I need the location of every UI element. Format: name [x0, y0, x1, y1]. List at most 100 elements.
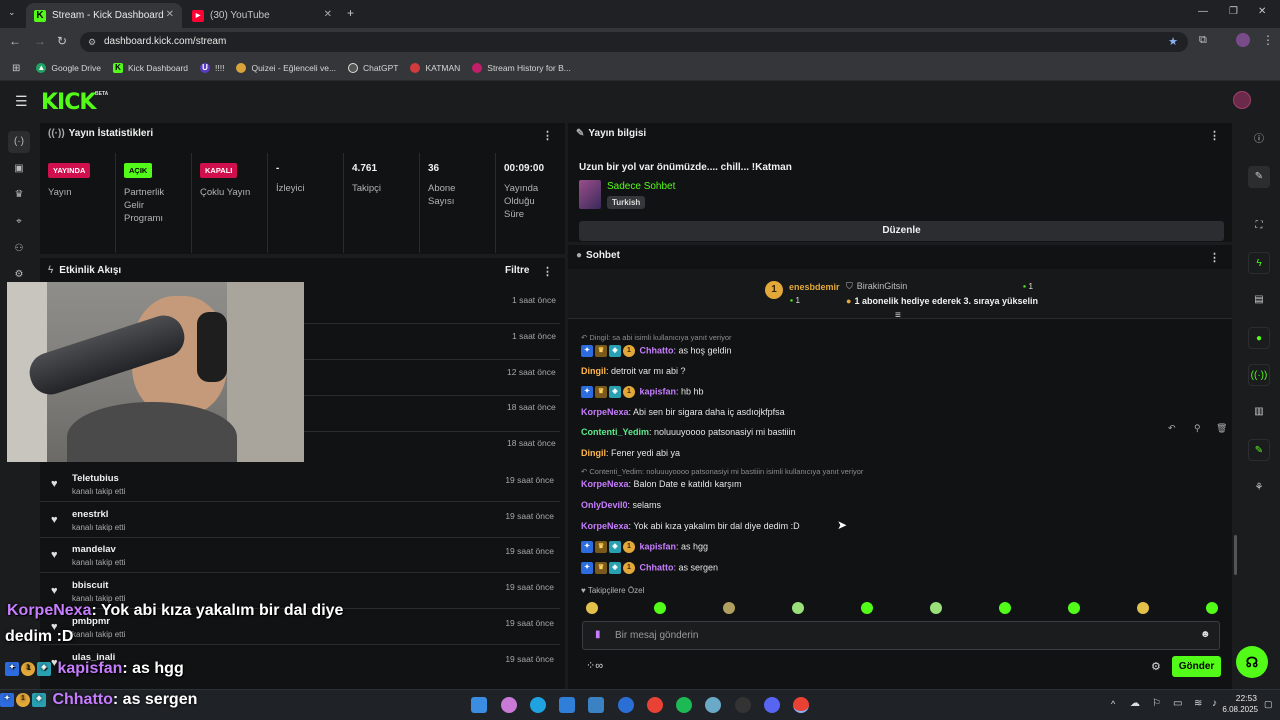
settings-app-icon[interactable] — [705, 697, 721, 713]
site-info-icon[interactable]: ⚙ — [88, 32, 96, 52]
microphone-icon[interactable]: ▮ — [595, 629, 601, 640]
spotify-icon[interactable] — [676, 697, 692, 713]
chat-username[interactable]: KorpeNexa — [581, 521, 629, 531]
more-options-icon[interactable]: ⋮ — [542, 129, 553, 142]
activity-user[interactable]: mandelav — [72, 544, 116, 555]
lightning-icon[interactable]: ϟ — [1248, 252, 1270, 274]
hamburger-menu-icon[interactable]: ☰ — [15, 93, 28, 110]
chat-username[interactable]: kapisfan — [640, 386, 677, 396]
edit-icon[interactable]: ✎ — [1248, 166, 1270, 188]
chat-username[interactable]: KorpeNexa — [581, 407, 629, 417]
chat-username[interactable]: Contenti_Yedim — [581, 427, 649, 437]
new-tab-icon[interactable]: + — [347, 6, 354, 20]
bookmark-stream-history[interactable]: Stream History for B... — [472, 63, 571, 73]
chrome-active-icon[interactable] — [793, 697, 809, 713]
share-icon[interactable]: ⚘ — [1248, 477, 1270, 499]
collapse-icon[interactable]: ≡ — [895, 310, 901, 321]
tray-icon[interactable]: ⚐ — [1152, 698, 1161, 709]
forward-icon[interactable]: → — [34, 34, 46, 48]
close-window-icon[interactable]: ✕ — [1258, 6, 1266, 17]
gifter-name[interactable]: enesbdemir — [789, 282, 840, 292]
volume-icon[interactable]: ♪ — [1212, 698, 1217, 709]
emote-icon[interactable] — [930, 602, 942, 614]
bookmark-chatgpt[interactable]: ChatGPT — [348, 63, 398, 73]
tray-chevron-icon[interactable]: ^ — [1111, 699, 1115, 709]
chat-username[interactable]: Chhatto — [640, 345, 674, 355]
chat-username[interactable]: Dingil — [581, 448, 606, 458]
back-icon[interactable]: ← — [9, 34, 21, 48]
support-headset-icon[interactable]: ☊ — [1236, 646, 1268, 678]
chat-username[interactable]: OnlyDevil0 — [581, 500, 628, 510]
windows-start-icon[interactable] — [471, 697, 487, 713]
chat-username[interactable]: Chhatto — [640, 562, 674, 572]
reply-action-icon[interactable]: ↶ — [1168, 423, 1176, 434]
more-options-icon[interactable]: ⋮ — [542, 265, 553, 278]
pin-action-icon[interactable]: ⚲ — [1194, 423, 1201, 434]
kick-logo[interactable]: KICK — [41, 90, 96, 115]
reload-icon[interactable]: ↻ — [57, 34, 67, 48]
tab-youtube[interactable]: ▶ (30) YouTube ✕ — [184, 3, 340, 28]
bookmark-exclaim[interactable]: U!!!! — [200, 63, 224, 73]
clock-time[interactable]: 22:53 — [1231, 693, 1257, 703]
notification-icon[interactable]: ▢ — [1264, 699, 1273, 710]
document-icon[interactable]: ▤ — [1248, 289, 1270, 311]
bookmark-katman[interactable]: KATMAN — [410, 63, 460, 73]
clock-date[interactable]: 6.08.2025 — [1220, 705, 1258, 714]
chat-input[interactable]: ▮ Bir mesaj gönderin ☻ — [582, 621, 1220, 650]
copilot-icon[interactable] — [501, 697, 517, 713]
tray-icon[interactable]: ☁ — [1130, 698, 1140, 709]
trophy-icon[interactable]: ♛ — [8, 184, 30, 206]
broadcast-icon[interactable]: ((·)) — [1248, 364, 1270, 386]
activity-user[interactable]: enestrkl — [72, 509, 108, 520]
users-icon[interactable]: ⚇ — [8, 238, 30, 260]
wifi-icon[interactable]: ≋ — [1194, 698, 1202, 709]
focus-icon[interactable]: ⌖ — [8, 211, 30, 233]
emote-icon[interactable] — [654, 602, 666, 614]
dashboard-icon[interactable]: ▣ — [8, 158, 30, 180]
tab-kick-dashboard[interactable]: K Stream - Kick Dashboard ✕ — [26, 3, 182, 28]
restore-icon[interactable]: ❐ — [1229, 6, 1238, 17]
app-f-icon[interactable] — [618, 697, 634, 713]
chat-icon[interactable]: ● — [1248, 327, 1270, 349]
emote-icon[interactable] — [1206, 602, 1218, 614]
edge-icon[interactable] — [530, 697, 546, 713]
edit-button[interactable]: Düzenle — [579, 221, 1224, 241]
chat-username[interactable]: Dingil — [581, 366, 606, 376]
network-icon[interactable]: ▭ — [1173, 698, 1182, 709]
bookmark-kick-dashboard[interactable]: K Kick Dashboard — [113, 63, 188, 73]
category-thumbnail[interactable] — [579, 180, 601, 209]
tab-search-icon[interactable]: ⌄ — [8, 7, 16, 18]
send-button[interactable]: Gönder — [1172, 656, 1221, 677]
category-link[interactable]: Sadece Sohbet — [607, 181, 675, 192]
close-icon[interactable]: ✕ — [324, 9, 332, 20]
activity-user[interactable]: bbiscuit — [72, 580, 108, 591]
store-icon[interactable] — [559, 697, 575, 713]
info-icon[interactable]: ⓘ — [1248, 129, 1270, 151]
emote-icon[interactable] — [861, 602, 873, 614]
more-options-icon[interactable]: ⋮ — [1209, 129, 1220, 142]
emote-icon[interactable] — [999, 602, 1011, 614]
address-bar[interactable]: ⚙ dashboard.kick.com/stream ★ — [80, 32, 1188, 52]
emoji-icon[interactable]: ☻ — [1200, 629, 1211, 640]
delete-action-icon[interactable]: 🗑 — [1216, 423, 1227, 434]
close-icon[interactable]: ✕ — [166, 9, 174, 20]
extensions-icon[interactable]: ⧉ — [1199, 34, 1207, 47]
print-icon[interactable]: ▥ — [1248, 401, 1270, 423]
menu-icon[interactable]: ⋮ — [1262, 33, 1274, 47]
channel-avatar[interactable] — [1233, 91, 1251, 109]
chrome-icon[interactable] — [647, 697, 663, 713]
more-options-icon[interactable]: ⋮ — [1209, 251, 1220, 264]
points-icon[interactable]: ⁘∞ — [586, 659, 603, 672]
fullscreen-icon[interactable]: ⛶ — [1248, 215, 1270, 237]
chat-username[interactable]: KorpeNexa — [581, 479, 629, 489]
wrench-icon[interactable]: ✎ — [1248, 439, 1270, 461]
minimize-icon[interactable]: — — [1198, 6, 1208, 17]
chat-username[interactable]: kapisfan — [640, 541, 677, 551]
apps-grid-icon[interactable]: ⊞ — [12, 63, 20, 74]
activity-user[interactable]: Teletubius — [72, 473, 119, 484]
obs-icon[interactable] — [735, 697, 751, 713]
emote-icon[interactable] — [586, 602, 598, 614]
emote-icon[interactable] — [792, 602, 804, 614]
discord-icon[interactable] — [764, 697, 780, 713]
filter-button[interactable]: Filtre — [505, 265, 529, 276]
